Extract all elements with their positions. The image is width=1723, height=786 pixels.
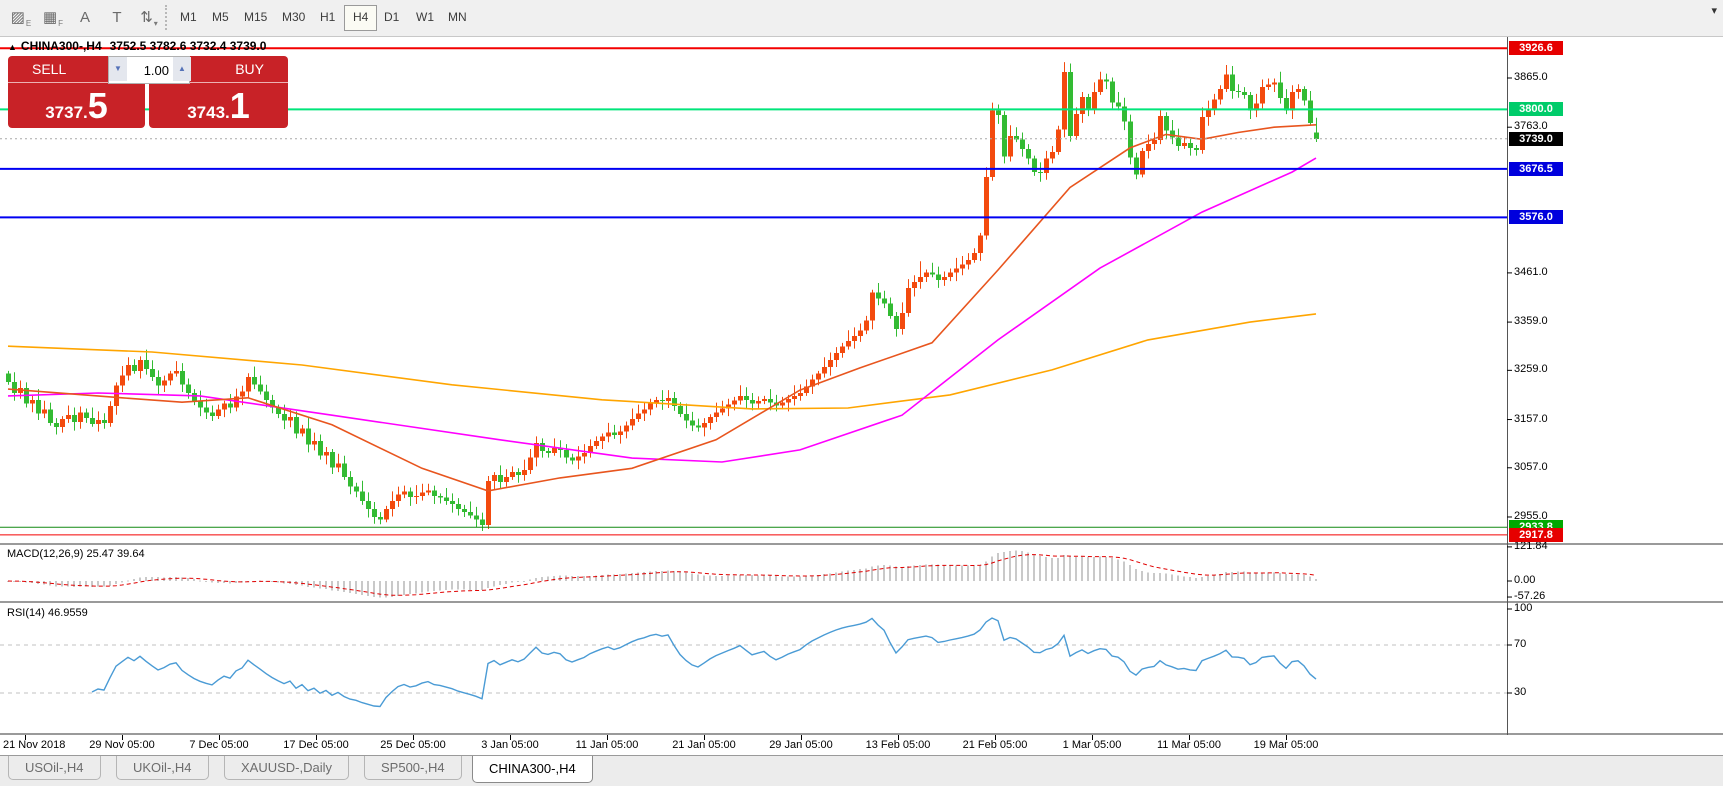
date-label: 13 Feb 05:00 (866, 739, 931, 751)
date-label: 29 Jan 05:00 (769, 739, 833, 751)
rsi-tick-label: 30 (1514, 686, 1526, 698)
text-label-icon: A (80, 9, 90, 26)
text-label-icon[interactable]: A (70, 4, 100, 31)
timeframe-button-m5[interactable]: M5 (204, 5, 237, 29)
chart-tab-usoil-h4[interactable]: USOil-,H4 (8, 756, 101, 780)
date-label: 11 Mar 05:00 (1157, 739, 1221, 751)
timeframe-button-m15[interactable]: M15 (236, 5, 275, 29)
grid-f-icon[interactable]: ▦F (38, 4, 68, 31)
chart-hatch-e-icon: ▨ (11, 9, 25, 26)
date-label: 21 Jan 05:00 (672, 739, 736, 751)
timeframe-button-h4[interactable]: H4 (344, 5, 377, 31)
symbol-timeframe-label: CHINA300-,H4 (21, 39, 102, 53)
date-label: 19 Mar 05:00 (1254, 739, 1319, 751)
price-badge-3576.0: 3576.0 (1509, 210, 1563, 224)
toolbar-separator (165, 5, 170, 30)
chart-hatch-e-icon[interactable]: ▨E (6, 4, 36, 31)
price-badge-2917.8: 2917.8 (1509, 528, 1563, 542)
volume-stepper: ▼ ▲ (108, 56, 190, 84)
icon-subscript: ▾ (154, 19, 158, 28)
date-label: 11 Jan 05:00 (576, 739, 639, 751)
price-tick-label: 3157.0 (1514, 413, 1548, 425)
buy-price: 3743.1 (149, 88, 288, 124)
price-badge-3926.6: 3926.6 (1509, 41, 1563, 55)
date-label: 29 Nov 05:00 (89, 739, 154, 751)
toolbar-overflow-icon[interactable]: ▾ (1711, 4, 1717, 17)
chart-tab-bar: USOil-,H4 UKOil-,H4 XAUUSD-,Daily SP500-,H4… (0, 755, 1723, 786)
timeframe-button-h1[interactable]: H1 (312, 5, 343, 29)
price-tick-label: 3865.0 (1514, 71, 1548, 83)
date-label: 3 Jan 05:00 (481, 739, 539, 751)
rsi-tick-label: 100 (1514, 602, 1532, 614)
ohlc-readout: 3752.5 3782.6 3732.4 3739.0 (110, 39, 267, 53)
price-tick-label: 3461.0 (1514, 266, 1548, 278)
icon-subscript: E (26, 19, 31, 28)
arrow-tools-icon: ⇅ (140, 9, 153, 26)
rsi-indicator-label: RSI(14) 46.9559 (7, 607, 88, 619)
timeframe-button-mn[interactable]: MN (440, 5, 475, 29)
price-tick-label: 3763.0 (1514, 120, 1548, 132)
macd-tick-label: 0.00 (1514, 574, 1535, 586)
timeframe-button-m1[interactable]: M1 (172, 5, 205, 29)
timeframe-button-d1[interactable]: D1 (376, 5, 407, 29)
chart-title: ▲ CHINA300-,H4 3752.5 3782.6 3732.4 3739.0 (8, 39, 266, 53)
price-tick-label: 3359.0 (1514, 315, 1548, 327)
price-badge-3676.5: 3676.5 (1509, 162, 1563, 176)
arrow-tools-icon[interactable]: ⇅▾ (134, 4, 164, 31)
date-label: 21 Feb 05:00 (963, 739, 1028, 751)
chart-tab-sp500-h4[interactable]: SP500-,H4 (364, 756, 462, 780)
chart-tab-ukoil-h4[interactable]: UKOil-,H4 (116, 756, 209, 780)
price-tick-label: 3057.0 (1514, 461, 1548, 473)
grid-f-icon: ▦ (43, 9, 57, 26)
volume-increase-icon[interactable]: ▲ (173, 57, 191, 81)
collapse-triangle-icon[interactable]: ▲ (8, 42, 17, 52)
chart-tab-china300-h4[interactable]: CHINA300-,H4 (472, 756, 593, 783)
date-label: 17 Dec 05:00 (283, 739, 348, 751)
date-label: 21 Nov 2018 (3, 739, 65, 751)
date-label: 25 Dec 05:00 (380, 739, 445, 751)
price-badge-3739.0: 3739.0 (1509, 132, 1563, 146)
timeframe-button-m30[interactable]: M30 (274, 5, 313, 29)
sell-price: 3737.5 (8, 88, 145, 124)
price-badge-3800.0: 3800.0 (1509, 102, 1563, 116)
chart-tab-xauusd-daily[interactable]: XAUUSD-,Daily (224, 756, 349, 780)
date-label: 1 Mar 05:00 (1063, 739, 1122, 751)
macd-tick-label: -57.26 (1514, 590, 1545, 602)
icon-subscript: F (58, 19, 63, 28)
text-box-icon: T (112, 9, 121, 26)
date-label: 7 Dec 05:00 (189, 739, 248, 751)
trading-terminal: ▨E▦FAT⇅▾ M1M5M15M30H1H4D1W1MN ▾ ▲CHINA30… (0, 0, 1723, 785)
one-click-trade-panel: SELL 3737.5 BUY 3743.1 ▼ ▲ (8, 56, 288, 128)
price-tick-label: 3259.0 (1514, 363, 1548, 375)
volume-decrease-icon[interactable]: ▼ (109, 57, 127, 81)
rsi-tick-label: 70 (1514, 638, 1526, 650)
text-box-icon[interactable]: T (102, 4, 132, 31)
volume-input[interactable] (127, 57, 173, 83)
timeframe-button-w1[interactable]: W1 (408, 5, 442, 29)
toolbar: ▨E▦FAT⇅▾ M1M5M15M30H1H4D1W1MN ▾ (0, 0, 1723, 37)
macd-indicator-label: MACD(12,26,9) 25.47 39.64 (7, 548, 145, 560)
